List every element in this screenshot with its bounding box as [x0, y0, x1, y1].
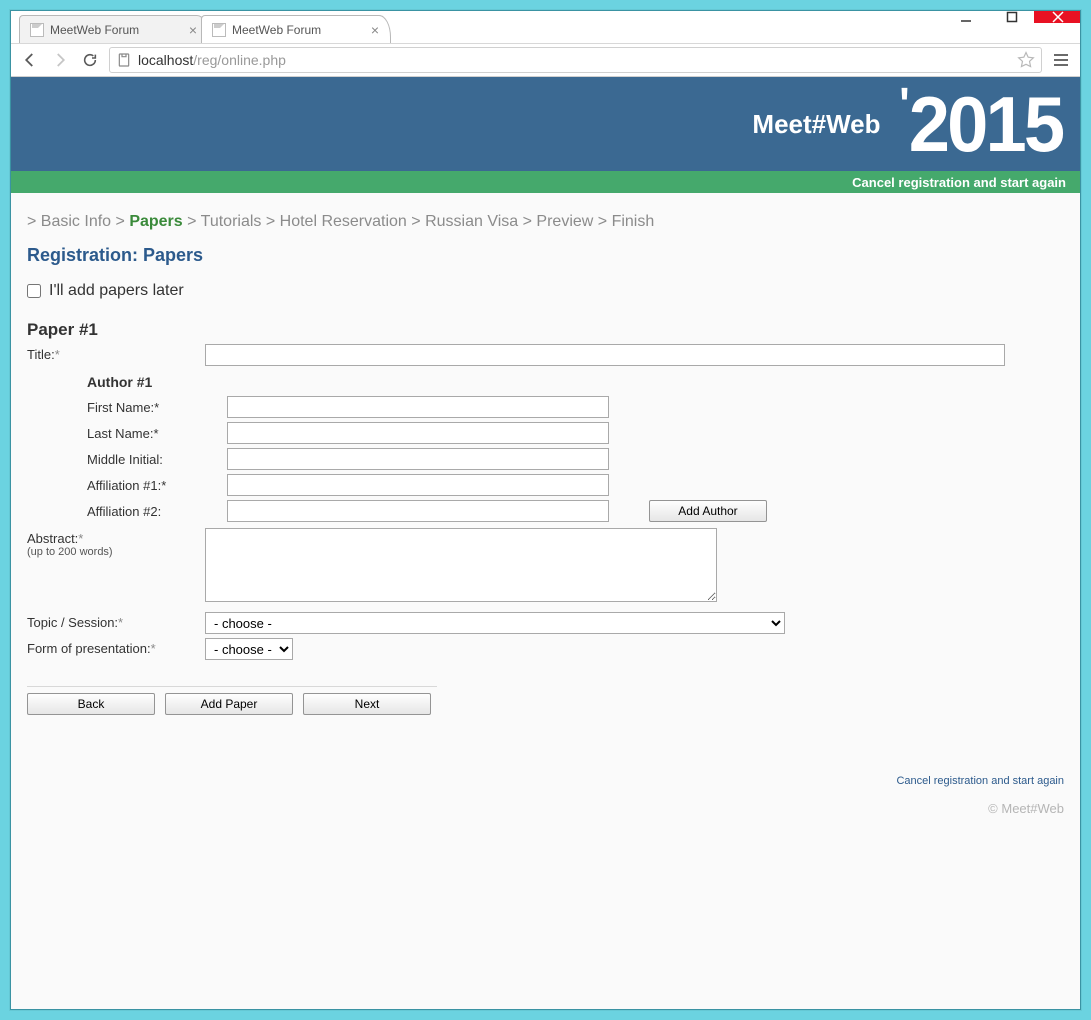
file-icon: [30, 23, 44, 37]
title-label: Title:*: [27, 344, 205, 362]
tab-title: MeetWeb Forum: [50, 23, 139, 37]
reload-icon[interactable]: [79, 49, 101, 71]
tab-close-icon[interactable]: [186, 23, 200, 37]
affiliation-2-label: Affiliation #2:: [87, 504, 227, 519]
add-paper-button[interactable]: Add Paper: [165, 693, 293, 715]
abstract-textarea[interactable]: [205, 528, 717, 602]
author-block: Author #1 First Name:* Last Name:* Middl…: [87, 374, 1064, 522]
breadcrumb-step[interactable]: Tutorials: [201, 213, 262, 230]
last-name-input[interactable]: [227, 422, 609, 444]
browser-tab-1[interactable]: MeetWeb Forum: [201, 15, 391, 43]
middle-initial-label: Middle Initial:: [87, 452, 227, 467]
breadcrumb-step[interactable]: Hotel Reservation: [280, 213, 407, 230]
button-row: Back Add Paper Next: [27, 693, 1064, 715]
breadcrumb-step[interactable]: Finish: [612, 213, 655, 230]
first-name-label: First Name:*: [87, 400, 227, 415]
affiliation-1-label: Affiliation #1:*: [87, 478, 227, 493]
site-banner: Meet#Web '2015: [11, 77, 1080, 171]
window-controls: [942, 11, 1080, 23]
back-icon[interactable]: [19, 49, 41, 71]
breadcrumb: > Basic Info > Papers > Tutorials > Hote…: [27, 213, 1064, 231]
breadcrumb-step[interactable]: Preview: [536, 213, 593, 230]
author-heading: Author #1: [87, 374, 1064, 390]
close-button[interactable]: [1034, 11, 1080, 23]
year-text: '2015: [899, 91, 1062, 157]
add-later-checkbox[interactable]: [27, 284, 41, 298]
browser-window: MeetWeb Forum MeetWeb Forum: [10, 10, 1081, 1010]
cancel-registration-link[interactable]: Cancel registration and start again: [852, 175, 1066, 190]
browser-toolbar: localhost/reg/online.php: [11, 43, 1080, 77]
first-name-input[interactable]: [227, 396, 609, 418]
paper-heading: Paper #1: [27, 320, 1064, 340]
add-later-label: I'll add papers later: [49, 282, 184, 300]
topic-label: Topic / Session:*: [27, 612, 205, 630]
back-button[interactable]: Back: [27, 693, 155, 715]
forward-icon[interactable]: [49, 49, 71, 71]
tab-strip: MeetWeb Forum MeetWeb Forum: [11, 11, 1080, 43]
form-of-presentation-label: Form of presentation:*: [27, 638, 205, 656]
footer-cancel-link[interactable]: Cancel registration and start again: [896, 775, 1064, 787]
minimize-button[interactable]: [942, 11, 988, 23]
file-icon: [212, 23, 226, 37]
bookmark-star-icon[interactable]: [1017, 51, 1035, 69]
topic-select[interactable]: - choose -: [205, 612, 785, 634]
add-later-option[interactable]: I'll add papers later: [27, 282, 1064, 300]
action-bar: Cancel registration and start again: [11, 171, 1080, 193]
next-button[interactable]: Next: [303, 693, 431, 715]
divider: [27, 686, 437, 687]
brand-text: Meet#Web: [752, 109, 880, 140]
page-content: Meet#Web '2015 Cancel registration and s…: [11, 77, 1080, 1009]
add-author-button[interactable]: Add Author: [649, 500, 767, 522]
tab-close-icon[interactable]: [368, 23, 382, 37]
address-bar[interactable]: localhost/reg/online.php: [109, 47, 1042, 73]
affiliation-2-input[interactable]: [227, 500, 609, 522]
maximize-button[interactable]: [988, 11, 1034, 23]
title-input[interactable]: [205, 344, 1005, 366]
breadcrumb-step-active[interactable]: Papers: [129, 213, 182, 230]
browser-tab-0[interactable]: MeetWeb Forum: [19, 15, 209, 43]
last-name-label: Last Name:*: [87, 426, 227, 441]
page-footer: Cancel registration and start again © Me…: [11, 735, 1080, 836]
page-title: Registration: Papers: [27, 245, 1064, 266]
site-info-icon[interactable]: [116, 52, 132, 68]
affiliation-1-input[interactable]: [227, 474, 609, 496]
copyright: © Meet#Web: [11, 801, 1064, 816]
middle-initial-input[interactable]: [227, 448, 609, 470]
tab-title: MeetWeb Forum: [232, 23, 321, 37]
menu-icon[interactable]: [1050, 49, 1072, 71]
url-text: localhost/reg/online.php: [138, 52, 1017, 68]
form-of-presentation-select[interactable]: - choose -: [205, 638, 293, 660]
breadcrumb-step[interactable]: Basic Info: [41, 213, 111, 230]
abstract-label: Abstract:* (up to 200 words): [27, 528, 205, 558]
breadcrumb-step[interactable]: Russian Visa: [425, 213, 518, 230]
